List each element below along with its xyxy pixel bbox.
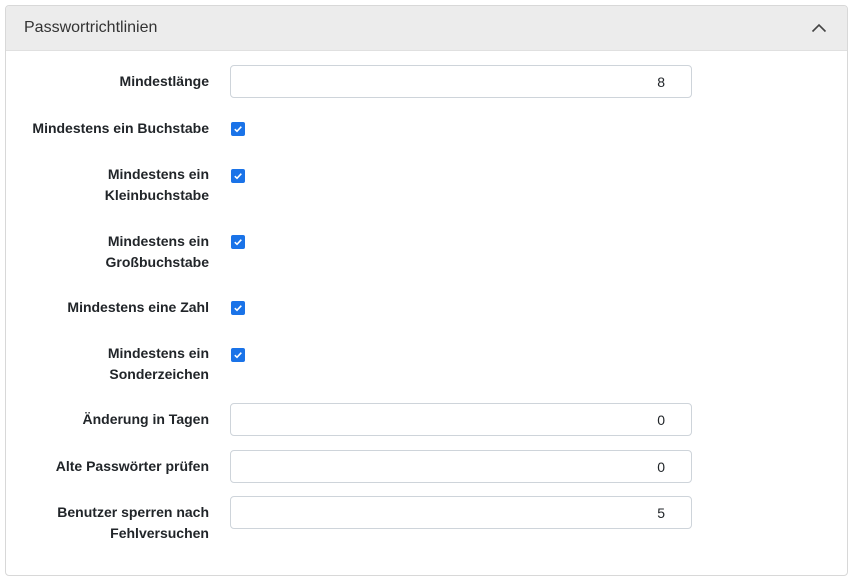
min-special-checkbox[interactable] bbox=[231, 348, 245, 362]
lockout-label-line2: Fehlversuchen bbox=[110, 524, 209, 541]
check-icon bbox=[234, 173, 242, 180]
check-old-input[interactable] bbox=[230, 450, 692, 483]
min-length-label: Mindestlänge bbox=[119, 73, 209, 89]
min-special-label: Mindestens ein Sonderzeichen bbox=[19, 343, 209, 384]
panel-header[interactable]: Passwortrichtlinien bbox=[6, 6, 847, 51]
lockout-label-line1: Benutzer sperren nach bbox=[57, 504, 209, 520]
min-upper-checkbox[interactable] bbox=[231, 235, 245, 249]
min-lower-label: Mindestens ein Kleinbuchstabe bbox=[19, 164, 209, 205]
check-icon bbox=[234, 305, 242, 312]
min-letter-label: Mindestens ein Buchstabe bbox=[32, 120, 209, 136]
min-number-checkbox[interactable] bbox=[231, 301, 245, 315]
min-lower-checkbox[interactable] bbox=[231, 169, 245, 183]
min-lower-label-line1: Mindestens ein bbox=[107, 166, 209, 182]
min-upper-label: Mindestens ein Großbuchstabe bbox=[19, 231, 209, 272]
min-letter-checkbox[interactable] bbox=[231, 122, 245, 136]
password-policy-panel: Passwortrichtlinien Mindestlänge Mindest… bbox=[5, 5, 848, 576]
check-icon bbox=[234, 352, 242, 359]
change-days-label: Änderung in Tagen bbox=[82, 411, 209, 427]
chevron-up-icon[interactable] bbox=[809, 18, 829, 38]
min-upper-label-line2: Großbuchstabe bbox=[105, 253, 209, 270]
min-special-label-line1: Mindestens ein bbox=[107, 345, 209, 361]
change-days-input[interactable] bbox=[230, 403, 692, 436]
min-special-label-line2: Sonderzeichen bbox=[109, 365, 209, 382]
min-lower-label-line2: Kleinbuchstabe bbox=[104, 186, 209, 203]
check-icon bbox=[234, 239, 242, 246]
min-number-label: Mindestens eine Zahl bbox=[67, 299, 209, 315]
lockout-input[interactable] bbox=[230, 496, 692, 529]
lockout-label: Benutzer sperren nach Fehlversuchen bbox=[19, 502, 209, 543]
panel-title: Passwortrichtlinien bbox=[24, 19, 158, 36]
check-icon bbox=[234, 126, 242, 133]
check-old-label: Alte Passwörter prüfen bbox=[55, 458, 209, 474]
min-upper-label-line1: Mindestens ein bbox=[107, 233, 209, 249]
min-length-input[interactable] bbox=[230, 65, 692, 98]
